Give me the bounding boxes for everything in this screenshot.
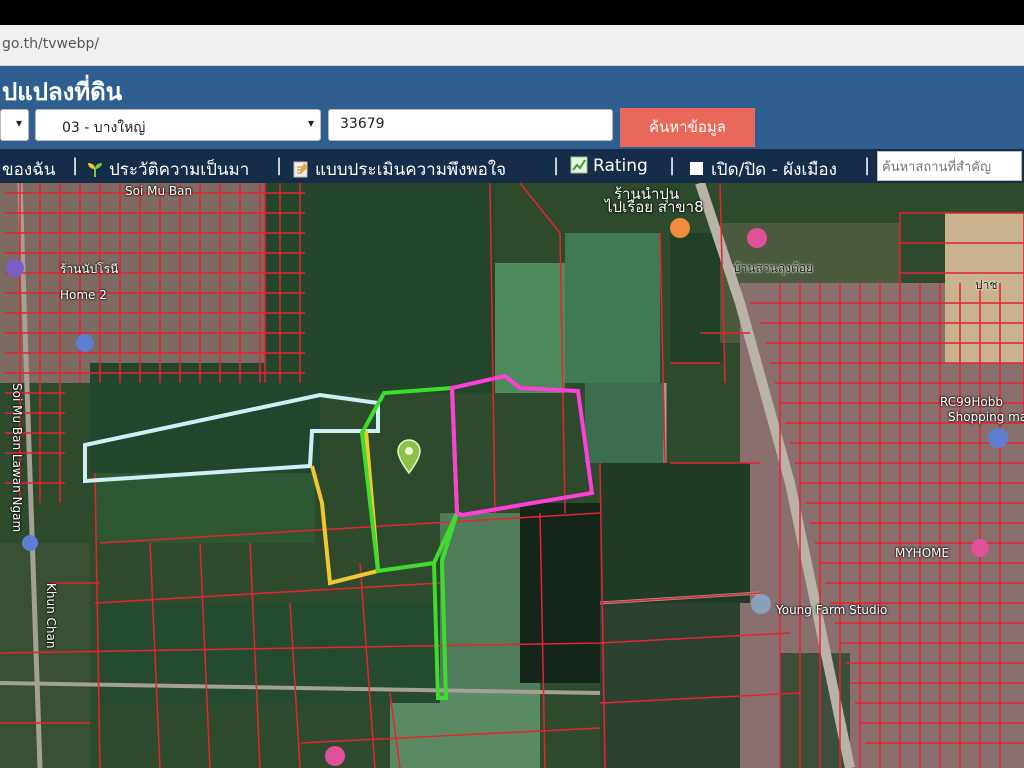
district-select[interactable]: 03 - บางใหญ่ ▾ <box>35 109 321 141</box>
nav-separator: | <box>669 155 676 176</box>
poi-icon[interactable] <box>670 218 690 238</box>
poi-icon[interactable] <box>76 334 94 352</box>
screen-top-border <box>0 0 1024 25</box>
map-label: Khun Chan <box>44 583 58 649</box>
nav-item-label: Rating <box>593 156 648 176</box>
poi-icon[interactable] <box>747 228 767 248</box>
nav-separator: | <box>553 155 560 176</box>
nav-separator: | <box>864 155 871 176</box>
nav-separator: | <box>276 155 283 176</box>
chart-icon <box>570 156 588 174</box>
nav-item-mine[interactable]: ของฉัน <box>2 156 55 183</box>
map-label: Young Farm Studio <box>776 603 888 617</box>
search-button[interactable]: ค้นหาข้อมูล <box>620 108 755 147</box>
nav-item-toggle-cityplan[interactable]: เปิด/ปิด - ผังเมือง <box>690 156 837 183</box>
nav-item-survey[interactable]: แบบประเมินความพึงพอใจ <box>292 156 506 183</box>
poi-icon[interactable] <box>22 535 38 551</box>
nav-item-label: แบบประเมินความพึงพอใจ <box>315 160 507 180</box>
chevron-down-icon: ▾ <box>307 116 314 130</box>
satellite-map[interactable] <box>0 183 1024 768</box>
poi-icon[interactable] <box>971 539 989 557</box>
browser-address-bar[interactable]: go.th/tvwebp/ <box>0 25 1024 66</box>
map-label: MYHOME <box>895 546 950 560</box>
map-label: ร้านนัปโรนี <box>60 262 119 276</box>
poi-icon[interactable] <box>751 594 771 614</box>
nav-item-rating[interactable]: Rating <box>570 156 648 176</box>
poi-icon[interactable] <box>325 746 345 766</box>
nav-item-label: ของฉัน <box>2 160 56 180</box>
nav-separator: | <box>72 155 79 176</box>
nav-item-history[interactable]: ประวัติความเป็นมา <box>86 156 249 183</box>
map-label: บ้านสวนลุงต้อย <box>733 261 814 275</box>
map-label: Soi Mu Ban <box>125 184 193 198</box>
sprout-icon <box>88 163 102 177</box>
map-label: Shopping ma <box>948 410 1024 424</box>
chevron-down-icon: ▾ <box>15 116 22 130</box>
poi-icon[interactable] <box>988 428 1008 448</box>
map-view[interactable]: Soi Mu Ban ร้านนัปโรนี Home 2 Soi Mu Ban… <box>0 183 1024 768</box>
url-text[interactable]: go.th/tvwebp/ <box>2 36 99 52</box>
checkbox[interactable] <box>690 162 703 175</box>
district-select-value: 03 - บางใหญ่ <box>62 120 146 136</box>
notepad-icon <box>293 161 308 178</box>
map-label: Home 2 <box>60 288 107 302</box>
nav-bar: ของฉัน | ประวัติความเป็นมา | แบบประเมินค… <box>0 149 1024 183</box>
nav-item-label: เปิด/ปิด - ผังเมือง <box>711 160 837 180</box>
landmark-search-input[interactable] <box>877 151 1022 181</box>
map-label: Soi Mu Ban Lawan Ngam <box>10 383 24 533</box>
poi-icon[interactable] <box>6 259 24 277</box>
map-label: ไปเรือย สาขา8 <box>605 198 704 216</box>
parcel-number-input[interactable]: 33679 <box>328 109 613 141</box>
map-label: ปาช <box>975 278 998 292</box>
map-label: RC99Hobb <box>940 395 1003 409</box>
nav-item-label: ประวัติความเป็นมา <box>109 160 250 180</box>
page-title: ปแปลงที่ดิน <box>2 78 123 106</box>
province-select[interactable]: ▾ <box>0 109 29 141</box>
